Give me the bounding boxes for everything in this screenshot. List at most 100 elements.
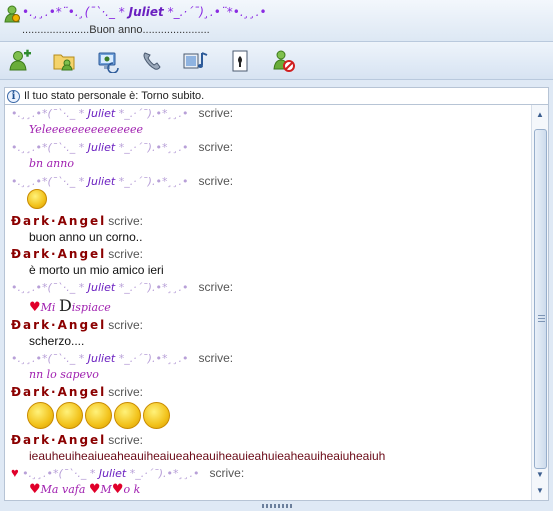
message-content (11, 400, 532, 432)
sender-line: Đark·Angel scrive: (11, 384, 532, 400)
message-text: nn lo sapevo (29, 368, 99, 381)
message-text: Yeleeeeeeeeeeeeeee (29, 123, 143, 136)
chat-scrollbar[interactable]: ▲ ▼ ▼ (531, 105, 548, 500)
sender-name-juliet: •.¸¸.•*(¯`·._ * Juliet *_.·´¯).•*¸¸.• (11, 175, 189, 188)
personal-status-infobar: i Il tuo stato personale è: Torno subito… (4, 87, 549, 105)
message-text: M (100, 483, 112, 496)
hug-emoticon-icon (27, 402, 54, 429)
sender-line: •.¸¸.•*(¯`·._ * Juliet *_.·´¯).•*¸¸.• scr… (11, 173, 532, 189)
sender-line: •.¸¸.•*(¯`·._ * Juliet *_.·´¯).•*¸¸.• scr… (11, 139, 532, 155)
hug-emoticon-icon (56, 402, 83, 429)
sender-name-dark-angel: Đark·Angel (11, 433, 107, 447)
heart-icon: ♥ (11, 465, 19, 480)
heart-icon: ♥ (111, 482, 124, 497)
contact-status-icon (4, 5, 20, 23)
info-icon: i (7, 89, 20, 103)
sender-name-dark-angel: Đark·Angel (11, 247, 107, 261)
invite-contact-button[interactable] (6, 47, 34, 75)
disney-d-icon: D (58, 296, 72, 315)
message-juliet: ♥ •.¸¸.•*(¯`·._ * Juliet *_.·´¯).•*¸¸.• s… (5, 465, 532, 499)
message-content: ♥Ma vafa ♥M♥o k (11, 481, 532, 499)
sender-line: Đark·Angel scrive: (11, 432, 532, 448)
hug-emoticon-icon (114, 402, 141, 429)
message-juliet: •.¸¸.•*(¯`·._ * Juliet *_.·´¯).•*¸¸.• scr… (5, 139, 532, 173)
message-juliet: •.¸¸.•*(¯`·._ * Juliet *_.·´¯).•*¸¸.• scr… (5, 173, 532, 211)
writes-label: scrive: (209, 466, 245, 480)
name-decoration-right: *_.·´¯)¸.•¨*•.¸¸.• (167, 5, 267, 19)
sender-name-juliet: •.¸¸.•*(¯`·._ * Juliet *_.·´¯).•*¸¸.• (22, 467, 200, 480)
block-contact-icon (273, 50, 295, 72)
message-juliet: •.¸¸.•*(¯`·._ * Juliet *_.·´¯).•*¸¸.• scr… (5, 105, 532, 139)
message-text: bn anno (29, 157, 74, 170)
message-content (11, 189, 532, 211)
message-dark-angel: Đark·Angel scrive: è morto un mio amico i… (5, 246, 532, 279)
scroll-up-arrow-icon[interactable]: ▲ (532, 107, 548, 121)
call-button[interactable] (138, 47, 166, 75)
writes-label: scrive: (108, 214, 143, 228)
send-files-icon (53, 54, 75, 71)
sender-name-dark-angel: Đark·Angel (11, 214, 107, 228)
writes-label: scrive: (198, 106, 234, 120)
games-icon (232, 50, 248, 72)
sender-line: Đark·Angel scrive: (11, 317, 532, 333)
writes-label: scrive: (198, 174, 234, 188)
sender-name-juliet: •.¸¸.•*(¯`·._ * Juliet *_.·´¯).•*¸¸.• (11, 107, 189, 120)
resize-grip[interactable] (262, 504, 292, 508)
message-juliet: •.¸¸.•*(¯`·._ * Juliet *_.·´¯).•*¸¸.• scr… (5, 350, 532, 384)
writes-label: scrive: (198, 280, 234, 294)
sender-line: •.¸¸.•*(¯`·._ * Juliet *_.·´¯).•*¸¸.• scr… (11, 105, 532, 121)
sender-line: •.¸¸.•*(¯`·._ * Juliet *_.·´¯).•*¸¸.• scr… (11, 350, 532, 366)
scroll-down-arrow-icon[interactable]: ▼ (532, 467, 548, 481)
writes-label: scrive: (198, 140, 234, 154)
scroll-bottom-arrow-icon[interactable]: ▼ (532, 483, 548, 497)
heart-icon: ♥ (29, 482, 41, 497)
webcam-button[interactable] (94, 47, 122, 75)
games-button[interactable] (226, 47, 254, 75)
webcam-icon (98, 52, 119, 73)
message-dark-angel: Đark·Angel scrive: buon anno un corno.. (5, 213, 532, 246)
chat-history[interactable]: •.¸¸.•*(¯`·._ * Juliet *_.·´¯).•*¸¸.•scr… (4, 105, 549, 501)
contact-display-name: •.¸¸.•*¨•.¸(¯`·._ * Juliet *_.·´¯)¸.•¨*•… (22, 5, 267, 19)
contact-name: Juliet (128, 5, 164, 19)
message-dark-angel: Đark·Angel scrive: scherzo.... (5, 317, 532, 350)
writes-label: scrive: (108, 247, 143, 261)
hug-emoticon-icon (85, 402, 112, 429)
sender-line: •.¸¸.•*(¯`·._ * Juliet *_.·´¯).•*¸¸.• scr… (11, 279, 532, 295)
sender-line: ♥ •.¸¸.•*(¯`·._ * Juliet *_.·´¯).•*¸¸.• s… (11, 465, 532, 481)
hug-emoticon-icon (143, 402, 170, 429)
heart-icon: ♥ (29, 300, 41, 315)
message-dark-angel: Đark·Angel scrive: ieauheuiheaiueaheauihe… (5, 432, 532, 465)
message-text: buon anno un corno.. (29, 230, 143, 244)
call-icon (143, 52, 161, 70)
message-content: ♥Mi Dispiace (11, 295, 532, 317)
sender-name-juliet: •.¸¸.•*(¯`·._ * Juliet *_.·´¯).•*¸¸.• (11, 281, 189, 294)
sender-name-juliet: •.¸¸.•*(¯`·._ * Juliet *_.·´¯).•*¸¸.• (11, 141, 189, 154)
sender-line: Đark·Angel scrive: (11, 246, 532, 262)
message-text: o k (123, 483, 141, 496)
message-text: ieauheuiheaiueaheauiheaiueaheauiheauieah… (29, 449, 386, 463)
conversation-header: •.¸¸.•*¨•.¸(¯`·._ * Juliet *_.·´¯)¸.•¨*•… (0, 0, 553, 42)
writes-label: scrive: (108, 433, 143, 447)
message-juliet: •.¸¸.•*(¯`·._ * Juliet *_.·´¯).•*¸¸.• scr… (5, 279, 532, 317)
block-contact-button[interactable] (270, 47, 298, 75)
message-dark-angel: Đark·Angel scrive: (5, 384, 532, 432)
message-list: •.¸¸.•*(¯`·._ * Juliet *_.·´¯).•*¸¸.•scr… (5, 105, 532, 499)
message-text: ispiace (71, 301, 111, 314)
send-files-button[interactable] (50, 47, 78, 75)
smile-emoticon-icon (27, 189, 47, 209)
contact-personal-message: ......................Buon anno.........… (22, 24, 210, 36)
sender-line: Đark·Angel scrive: (11, 213, 532, 229)
scrollbar-grip (538, 315, 545, 323)
sender-name-dark-angel: Đark·Angel (11, 318, 107, 332)
name-decoration-left: •.¸¸.•*¨•.¸(¯`·._ * (22, 5, 125, 19)
video-call-button[interactable] (182, 47, 210, 75)
message-text: è morto un mio amico ieri (29, 263, 164, 277)
scrollbar-thumb[interactable] (534, 129, 547, 469)
invite-contact-icon (9, 49, 31, 71)
infobar-text: Il tuo stato personale è: Torno subito. (24, 90, 205, 102)
message-text: scherzo.... (29, 334, 85, 348)
message-text: Mi (40, 301, 56, 314)
message-text: Ma vafa (40, 483, 86, 496)
video-call-icon (183, 52, 208, 69)
writes-label: scrive: (108, 318, 143, 332)
